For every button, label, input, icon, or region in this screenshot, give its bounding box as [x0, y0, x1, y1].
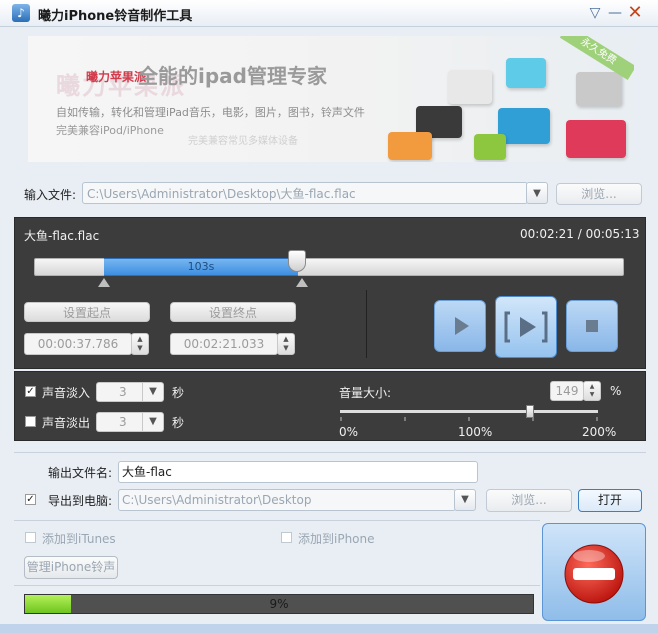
volume-slider-thumb[interactable]	[526, 405, 534, 418]
minimize-button[interactable]: —	[606, 4, 624, 22]
fade-in-unit: 秒	[172, 386, 185, 400]
current-time: 00:02:21	[520, 227, 574, 241]
volume-field[interactable]: 149	[550, 381, 584, 401]
stop-playback-button[interactable]	[566, 300, 618, 352]
section-divider	[14, 452, 646, 453]
end-time-stepper[interactable]: ▲ ▼	[277, 333, 295, 355]
cancel-conversion-button[interactable]	[542, 523, 646, 621]
promo-banner[interactable]: 曦力苹果派 曦力苹果派 全能的ipad管理专家 自如传输，转化和管理iPad音乐…	[28, 36, 634, 162]
chevron-down-icon: ▼	[142, 383, 163, 401]
banner-compat-text: 完美兼容iPod/iPhone	[56, 124, 164, 137]
export-path-field[interactable]: C:\Users\Administrator\Desktop	[118, 489, 456, 511]
panel-divider	[366, 290, 367, 358]
output-name-input[interactable]: 大鱼-flac	[118, 461, 478, 483]
volume-slider-ticks	[340, 417, 598, 421]
browse-output-button[interactable]: 浏览...	[486, 489, 572, 512]
banner-brand: 曦力苹果派	[86, 70, 147, 84]
output-name-label: 输出文件名:	[48, 466, 113, 480]
music-note-icon: ♪	[12, 4, 30, 22]
chevron-down-icon: ▼	[142, 413, 163, 431]
open-folder-button[interactable]: 打开	[578, 489, 642, 512]
volume-label: 音量大小:	[339, 386, 392, 400]
wifi-tile-icon	[566, 120, 626, 158]
window-title: 曦力iPhone铃音制作工具	[38, 9, 193, 24]
time-readout: 00:02:21 / 00:05:13	[520, 227, 640, 241]
total-time: 00:05:13	[585, 227, 640, 241]
add-itunes-label: 添加到iTunes	[42, 532, 116, 546]
volume-stepper[interactable]: ▲ ▼	[583, 381, 601, 401]
taskbar-strip	[0, 624, 658, 633]
set-end-button[interactable]: 设置终点	[170, 302, 296, 322]
play-selection-button[interactable]	[495, 296, 557, 358]
play-button[interactable]	[434, 300, 486, 352]
banner-headline: 全能的ipad管理专家	[138, 64, 327, 88]
play-icon	[455, 317, 469, 335]
playhead-handle[interactable]	[288, 250, 306, 272]
fade-out-label: 声音淡出	[42, 416, 91, 430]
timeline-selection[interactable]: 103s	[104, 258, 298, 276]
browse-input-button[interactable]: 浏览...	[556, 183, 642, 205]
end-time-field[interactable]: 00:02:21.033	[170, 333, 278, 355]
fade-in-label: 声音淡入	[42, 386, 91, 400]
start-marker-icon[interactable]	[98, 278, 110, 287]
export-checkbox[interactable]: ✓	[25, 494, 36, 505]
end-marker-icon[interactable]	[296, 278, 308, 287]
start-time-field[interactable]: 00:00:37.786	[24, 333, 132, 355]
bike-tile-icon	[576, 72, 622, 106]
volume-slider-track[interactable]	[340, 410, 598, 413]
current-file-name: 大鱼-flac.flac	[24, 229, 100, 243]
dropdown-menu-button[interactable]: ▽	[586, 4, 604, 22]
section-divider	[14, 585, 540, 586]
play-selection-icon	[504, 311, 548, 343]
fade-out-value: 3	[119, 415, 127, 429]
banner-description: 自如传输，转化和管理iPad音乐，电影，图片，图书，铃声文件	[56, 106, 365, 119]
add-iphone-checkbox[interactable]	[281, 532, 292, 543]
close-button[interactable]: ✕	[626, 3, 644, 23]
set-start-button[interactable]: 设置起点	[24, 302, 150, 322]
fade-out-checkbox[interactable]	[25, 416, 36, 427]
chevron-down-icon[interactable]: ▼	[526, 182, 548, 204]
volume-min-label: 0%	[339, 425, 359, 439]
export-label: 导出到电脑:	[48, 494, 113, 508]
input-file-label: 输入文件:	[24, 188, 77, 202]
add-itunes-checkbox[interactable]	[25, 532, 36, 543]
chevron-down-icon[interactable]: ▼	[454, 489, 476, 511]
section-divider	[14, 520, 540, 521]
fade-out-select[interactable]: 3 ▼	[96, 412, 164, 432]
volume-max-label: 200%	[582, 425, 617, 439]
fade-in-value: 3	[119, 385, 127, 399]
manage-ringtones-button[interactable]: 管理iPhone铃声	[24, 556, 118, 579]
stop-icon	[586, 320, 598, 332]
fade-in-select[interactable]: 3 ▼	[96, 382, 164, 402]
input-file-path[interactable]: C:\Users\Administrator\Desktop\大鱼-flac.f…	[82, 182, 528, 204]
fade-out-unit: 秒	[172, 416, 185, 430]
fade-in-checkbox[interactable]: ✓	[25, 386, 36, 397]
no-entry-icon	[564, 544, 624, 604]
music-tile-icon	[506, 58, 546, 88]
start-time-stepper[interactable]: ▲ ▼	[131, 333, 149, 355]
folder-tile-icon	[388, 132, 432, 160]
banner-ghost-text: 完美兼容常见多媒体设备	[188, 136, 298, 147]
note-tile-icon	[474, 134, 506, 160]
volume-mid-label: 100%	[458, 425, 493, 439]
volume-percent-unit: %	[610, 384, 622, 398]
progress-text: 9%	[269, 597, 289, 611]
time-separator: /	[577, 227, 582, 241]
photo-tile-icon	[448, 70, 492, 104]
add-iphone-label: 添加到iPhone	[298, 532, 375, 546]
